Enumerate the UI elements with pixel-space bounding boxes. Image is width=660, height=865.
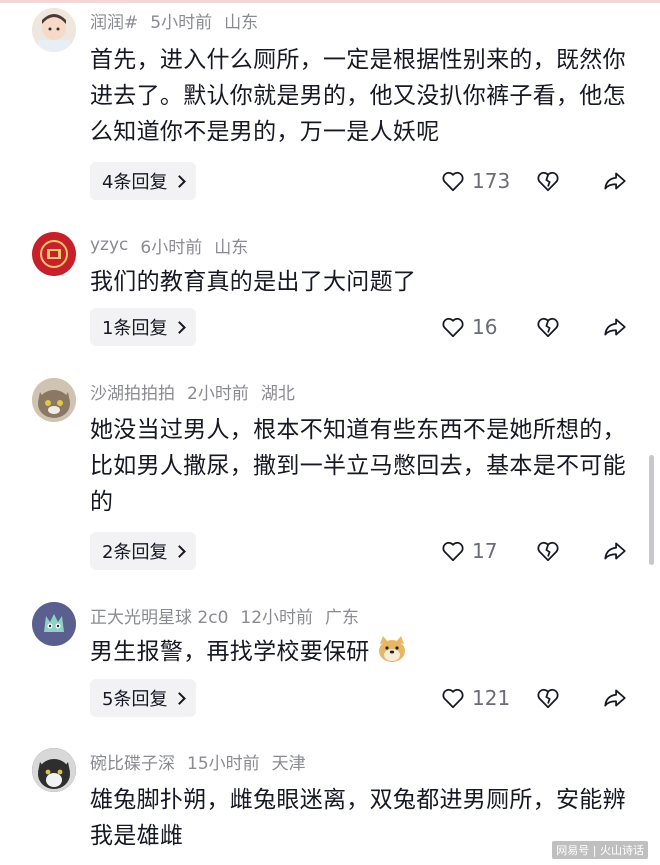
comment-actions: 173	[440, 162, 640, 200]
comment-text: 我们的教育真的是出了大问题了	[90, 269, 417, 295]
view-replies-button[interactable]: 5条回复	[90, 679, 197, 717]
share-arrow-icon[interactable]	[602, 538, 628, 564]
avatar[interactable]	[32, 748, 76, 792]
timestamp: 5小时前	[150, 12, 213, 33]
comment-actions: 17	[440, 532, 640, 570]
doge-emoji-icon	[379, 636, 406, 662]
username[interactable]: 正大光明星球 2c0	[90, 603, 228, 628]
timestamp: 6小时前	[140, 237, 203, 258]
location: 山东	[214, 237, 249, 258]
view-replies-button[interactable]: 4条回复	[90, 162, 197, 200]
broken-heart-icon[interactable]	[535, 538, 561, 564]
like-count: 121	[472, 686, 511, 710]
comment-actions: 16	[440, 308, 640, 346]
view-replies-button[interactable]: 2条回复	[90, 532, 197, 570]
location: 山东	[224, 12, 259, 33]
comment-text: 首先，进入什么厕所，一定是根据性别来的，既然你进去了。默认你就是男的，他又没扒你…	[90, 47, 626, 145]
like-button[interactable]: 16	[440, 308, 497, 346]
heart-icon	[442, 318, 464, 338]
scrollbar[interactable]	[649, 455, 654, 565]
chevron-right-icon	[173, 174, 187, 188]
comment-text-content: 男生报警，再找学校要保研	[90, 639, 370, 665]
avatar[interactable]	[32, 378, 76, 422]
watermark: 网易号 | 火山诗话	[552, 841, 648, 859]
broken-heart-icon[interactable]	[535, 314, 561, 340]
like-button[interactable]: 173	[440, 162, 510, 200]
comment-meta: 正大光明星球 2c0 12小时前 广东	[90, 603, 371, 628]
replies-count: 5条回复	[102, 689, 168, 710]
comment-meta: 碗比碟子深 15小时前 天津	[90, 749, 318, 774]
location: 天津	[271, 753, 306, 774]
like-count: 17	[472, 539, 498, 563]
username[interactable]: 沙湖拍拍拍	[90, 379, 175, 404]
broken-heart-icon[interactable]	[535, 168, 561, 194]
replies-count: 2条回复	[102, 542, 168, 563]
like-button[interactable]: 17	[440, 532, 497, 570]
share-arrow-icon[interactable]	[602, 685, 628, 711]
chevron-right-icon	[173, 544, 187, 558]
heart-icon	[442, 172, 464, 192]
comment-actions: 121	[440, 679, 640, 717]
comment-meta: 沙湖拍拍拍 2小时前 湖北	[90, 379, 307, 404]
avatar[interactable]	[32, 602, 76, 646]
share-arrow-icon[interactable]	[602, 168, 628, 194]
broken-heart-icon[interactable]	[535, 685, 561, 711]
view-replies-button[interactable]: 1条回复	[90, 308, 197, 346]
timestamp: 12小时前	[240, 607, 314, 628]
avatar[interactable]	[32, 232, 76, 276]
share-arrow-icon[interactable]	[602, 314, 628, 340]
avatar[interactable]	[32, 8, 76, 52]
like-count: 16	[472, 315, 498, 339]
location: 湖北	[260, 383, 295, 404]
username[interactable]: 碗比碟子深	[90, 749, 175, 774]
heart-icon	[442, 542, 464, 562]
top-divider	[0, 0, 660, 3]
username[interactable]: yzyc	[90, 235, 128, 255]
comment-meta: 润润# 5小时前 山东	[90, 8, 270, 33]
comment-text: 她没当过男人，根本不知道有些东西不是她所想的，比如男人撒尿，撒到一半立马憋回去，…	[90, 417, 626, 515]
comment-text: 男生报警，再找学校要保研	[90, 634, 635, 670]
username[interactable]: 润润#	[90, 8, 138, 33]
comment-meta: yzyc 6小时前 山东	[90, 233, 260, 258]
comment-feed: 润润# 5小时前 山东 首先，进入什么厕所，一定是根据性别来的，既然你进去了。默…	[0, 0, 660, 865]
chevron-right-icon	[173, 691, 187, 705]
chevron-right-icon	[173, 320, 187, 334]
heart-icon	[442, 689, 464, 709]
timestamp: 15小时前	[187, 753, 260, 774]
replies-count: 4条回复	[102, 172, 168, 193]
replies-count: 1条回复	[102, 318, 168, 339]
location: 广东	[325, 607, 360, 628]
timestamp: 2小时前	[187, 383, 249, 404]
like-count: 173	[472, 169, 511, 193]
like-button[interactable]: 121	[440, 679, 510, 717]
